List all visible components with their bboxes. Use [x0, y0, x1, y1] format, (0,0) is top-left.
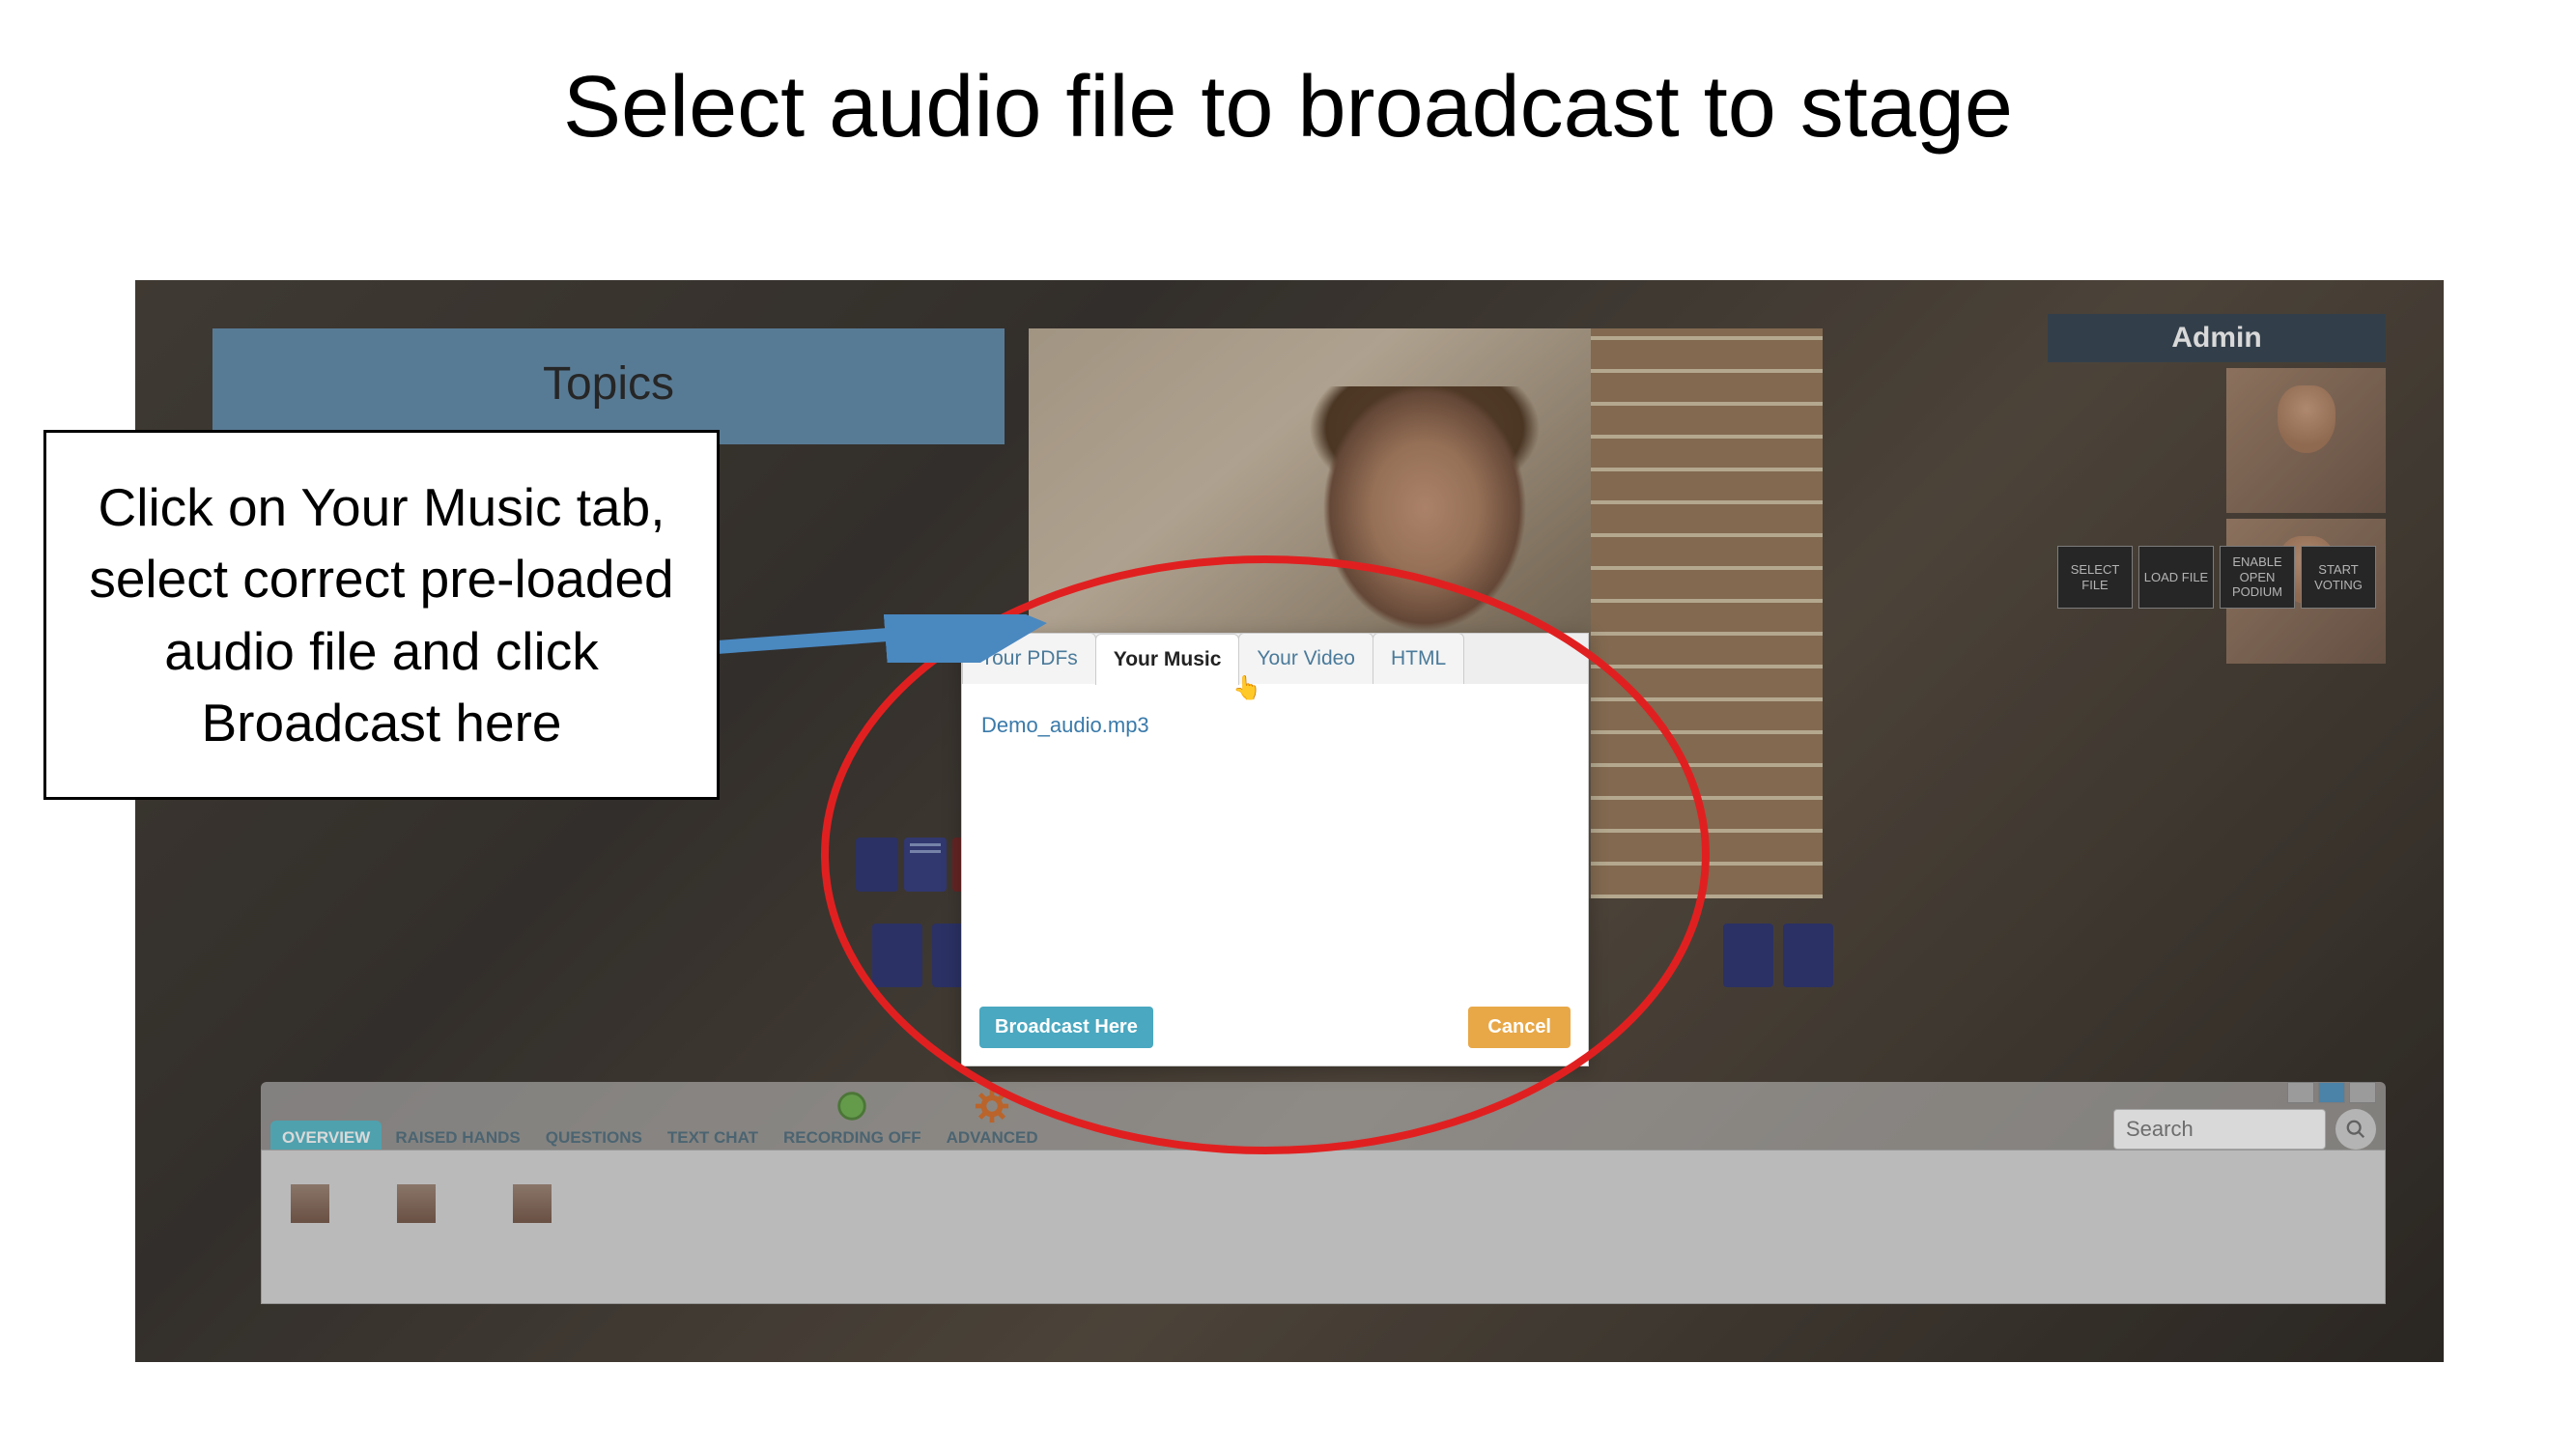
topics-title: Topics — [543, 358, 674, 410]
audio-file-item[interactable]: Demo_audio.mp3 — [981, 713, 1149, 737]
gear-icon — [974, 1088, 1010, 1124]
view-mode-icons — [2287, 1082, 2376, 1103]
slide-thumb[interactable] — [904, 838, 947, 892]
search-wrap — [2113, 1109, 2376, 1150]
topics-panel: Topics — [212, 328, 1005, 444]
callout-text: Click on Your Music tab, select correct … — [89, 477, 673, 753]
audience-thumb[interactable] — [291, 1184, 329, 1223]
cancel-button[interactable]: Cancel — [1468, 1007, 1571, 1048]
tab-recording-off[interactable]: RECORDING OFF — [772, 1080, 933, 1159]
stage-thumb[interactable] — [1783, 923, 1833, 987]
admin-label: Admin — [2048, 314, 2386, 362]
media-select-dialog: Your PDFs Your Music Your Video HTML 👆 D… — [961, 633, 1589, 1066]
admin-panel: Admin — [2048, 314, 2386, 664]
bottom-toolbar: OVERVIEW RAISED HANDS QUESTIONS TEXT CHA… — [261, 1082, 2386, 1159]
view-grid-icon[interactable] — [2318, 1082, 2345, 1103]
tab-html[interactable]: HTML — [1373, 633, 1464, 684]
dialog-body: Demo_audio.mp3 — [962, 684, 1588, 993]
record-icon — [834, 1088, 870, 1124]
admin-control-buttons: SELECT FILE LOAD FILE ENABLE OPEN PODIUM… — [2057, 546, 2376, 609]
stage-thumb[interactable] — [872, 923, 922, 987]
view-compact-icon[interactable] — [2349, 1082, 2376, 1103]
tab-your-pdfs[interactable]: Your PDFs — [962, 633, 1096, 684]
tab-your-music[interactable]: Your Music — [1095, 634, 1240, 685]
tab-advanced[interactable]: ADVANCED — [935, 1080, 1050, 1159]
audience-thumb[interactable] — [397, 1184, 436, 1223]
audience-thumb[interactable] — [513, 1184, 552, 1223]
instruction-callout: Click on Your Music tab, select correct … — [43, 430, 720, 800]
load-file-button[interactable]: LOAD FILE — [2138, 546, 2214, 609]
select-file-button[interactable]: SELECT FILE — [2057, 546, 2133, 609]
participant-thumbnail[interactable] — [2226, 368, 2386, 513]
search-icon — [2345, 1119, 2366, 1140]
dialog-tabs: Your PDFs Your Music Your Video HTML — [962, 634, 1588, 684]
enable-open-podium-button[interactable]: ENABLE OPEN PODIUM — [2220, 546, 2295, 609]
slide-thumb[interactable] — [856, 838, 898, 892]
search-input[interactable] — [2113, 1109, 2326, 1150]
stage-thumb[interactable] — [1723, 923, 1773, 987]
audience-strip — [261, 1150, 2386, 1304]
broadcast-here-button[interactable]: Broadcast Here — [979, 1007, 1153, 1048]
slide-title: Select audio file to broadcast to stage — [0, 58, 2576, 157]
search-button[interactable] — [2335, 1109, 2376, 1150]
view-list-icon[interactable] — [2287, 1082, 2314, 1103]
cursor-icon: 👆 — [1232, 674, 1261, 702]
stage-thumbs-right — [1723, 923, 1833, 987]
start-voting-button[interactable]: START VOTING — [2301, 546, 2376, 609]
dialog-footer: Broadcast Here Cancel — [962, 993, 1588, 1065]
